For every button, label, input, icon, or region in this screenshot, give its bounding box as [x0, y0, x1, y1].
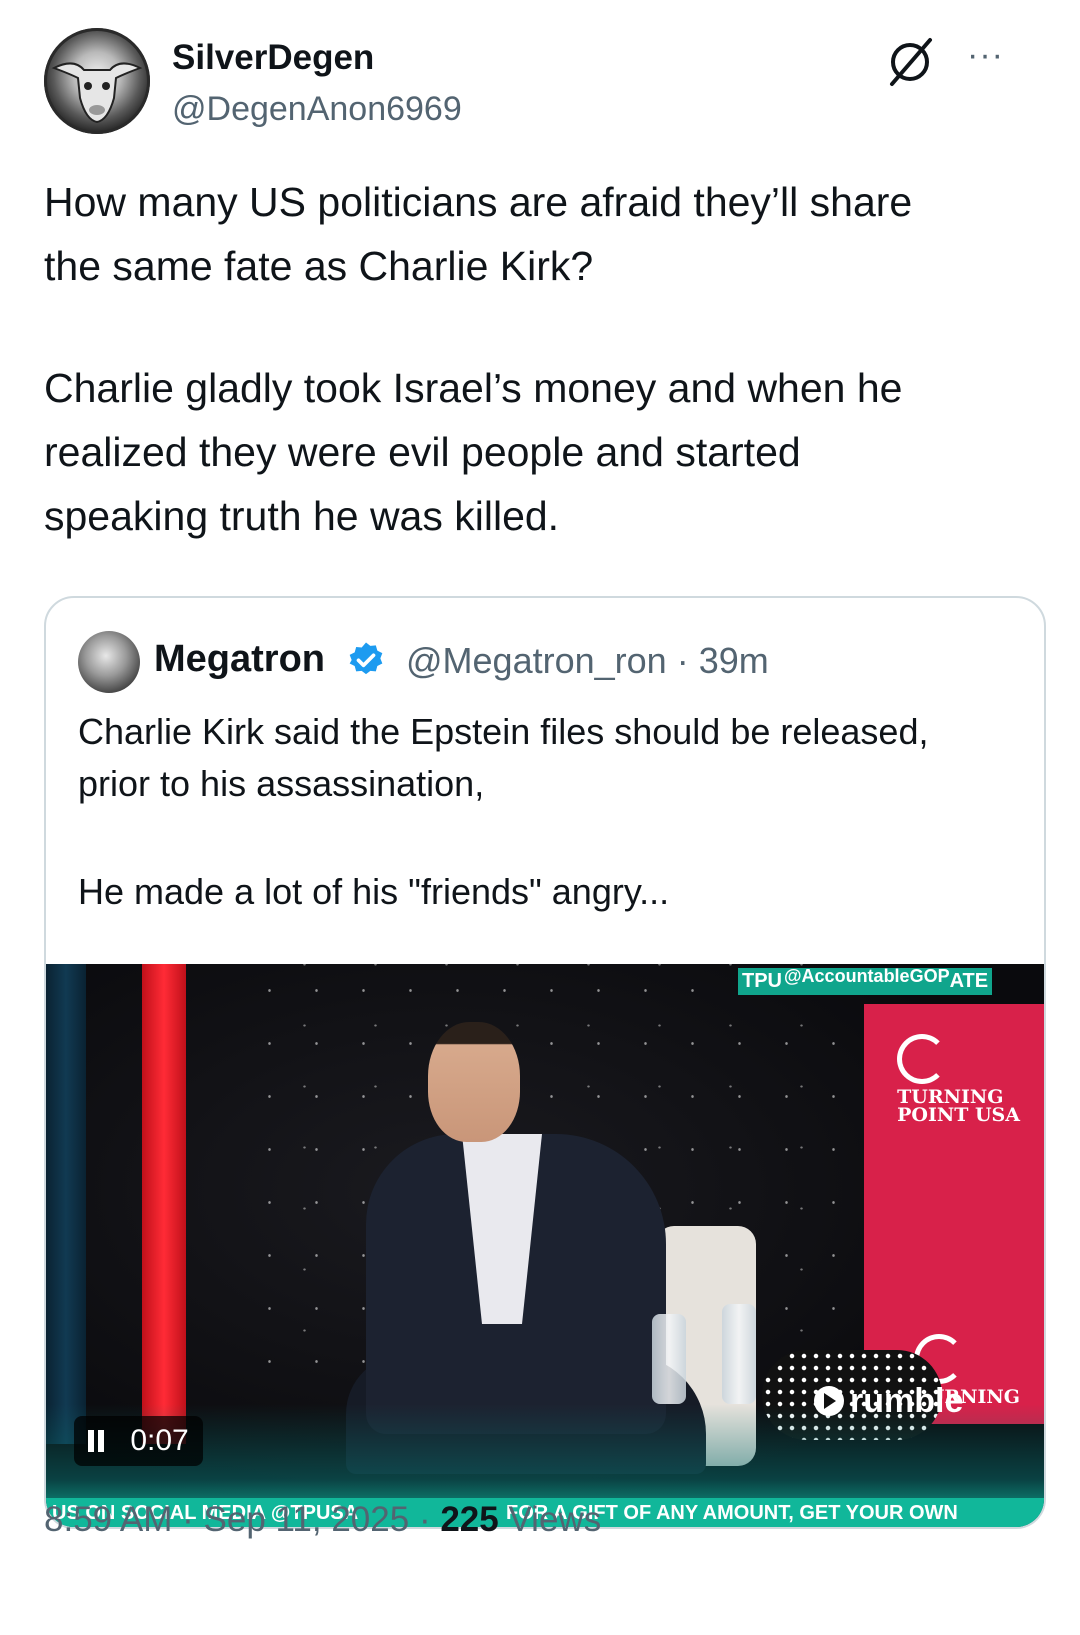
pause-icon	[88, 1430, 94, 1452]
stage-blue-stripe	[46, 964, 86, 1444]
rumble-watermark: rumble	[814, 1382, 963, 1421]
tweet-time[interactable]: 8:59 AM	[44, 1500, 172, 1539]
quoted-meta: @Megatron_ron · 39m	[406, 640, 769, 682]
tweet-paragraph: How many US politicians are afraid they’…	[44, 179, 913, 289]
grok-icon[interactable]	[886, 34, 936, 88]
quoted-tweet-text: Charlie Kirk said the Epstein files shou…	[78, 706, 1008, 974]
pause-button[interactable]: 0:07	[74, 1416, 203, 1466]
meta-separator: ·	[676, 640, 689, 681]
water-bottle	[722, 1304, 756, 1404]
video-watermark: TPU @AccountableGOPATE	[738, 966, 993, 995]
tweet-date[interactable]: Sep 11, 2025	[204, 1500, 410, 1539]
rumble-play-icon	[814, 1386, 844, 1416]
author-display-name[interactable]: SilverDegen	[172, 38, 374, 78]
author-avatar[interactable]	[44, 28, 150, 134]
quoted-tweet-card[interactable]: Megatron @Megatron_ron · 39m Charlie Kir…	[44, 596, 1046, 1529]
quoted-author-avatar[interactable]	[78, 631, 140, 693]
views-count: 225	[440, 1500, 499, 1539]
water-bottle	[652, 1314, 686, 1404]
author-handle[interactable]: @DegenAnon6969	[172, 90, 462, 129]
quoted-author-handle[interactable]: @Megatron_ron	[406, 640, 667, 681]
views-label: Views	[508, 1500, 602, 1539]
verified-badge-icon	[349, 642, 383, 675]
stage-red-stripe	[142, 964, 186, 1444]
tweet-text: How many US politicians are afraid they’…	[44, 170, 1044, 606]
quoted-paragraph: Charlie Kirk said the Epstein files shou…	[78, 711, 929, 804]
tweet-timestamp-line: 8:59 AM · Sep 11, 2025 · 225 Views	[44, 1500, 602, 1539]
more-icon[interactable]: ···	[967, 38, 1004, 72]
bull-skull-icon	[51, 62, 143, 124]
quoted-paragraph: He made a lot of his "friends" angry...	[78, 871, 670, 912]
quoted-time[interactable]: 39m	[699, 640, 769, 681]
quoted-author-name[interactable]: Megatron	[154, 638, 325, 681]
video-player[interactable]: TURNING POINT USA TURNING TPU @Accountabl…	[46, 964, 1044, 1527]
speaker-figure	[428, 1022, 520, 1142]
tweet-paragraph: Charlie gladly took Israel’s money and w…	[44, 365, 903, 539]
video-elapsed-time: 0:07	[130, 1424, 189, 1457]
tpusa-logo: TURNING POINT USA	[897, 1034, 1020, 1125]
tweet-header: SilverDegen @DegenAnon6969 ···	[44, 28, 1044, 138]
